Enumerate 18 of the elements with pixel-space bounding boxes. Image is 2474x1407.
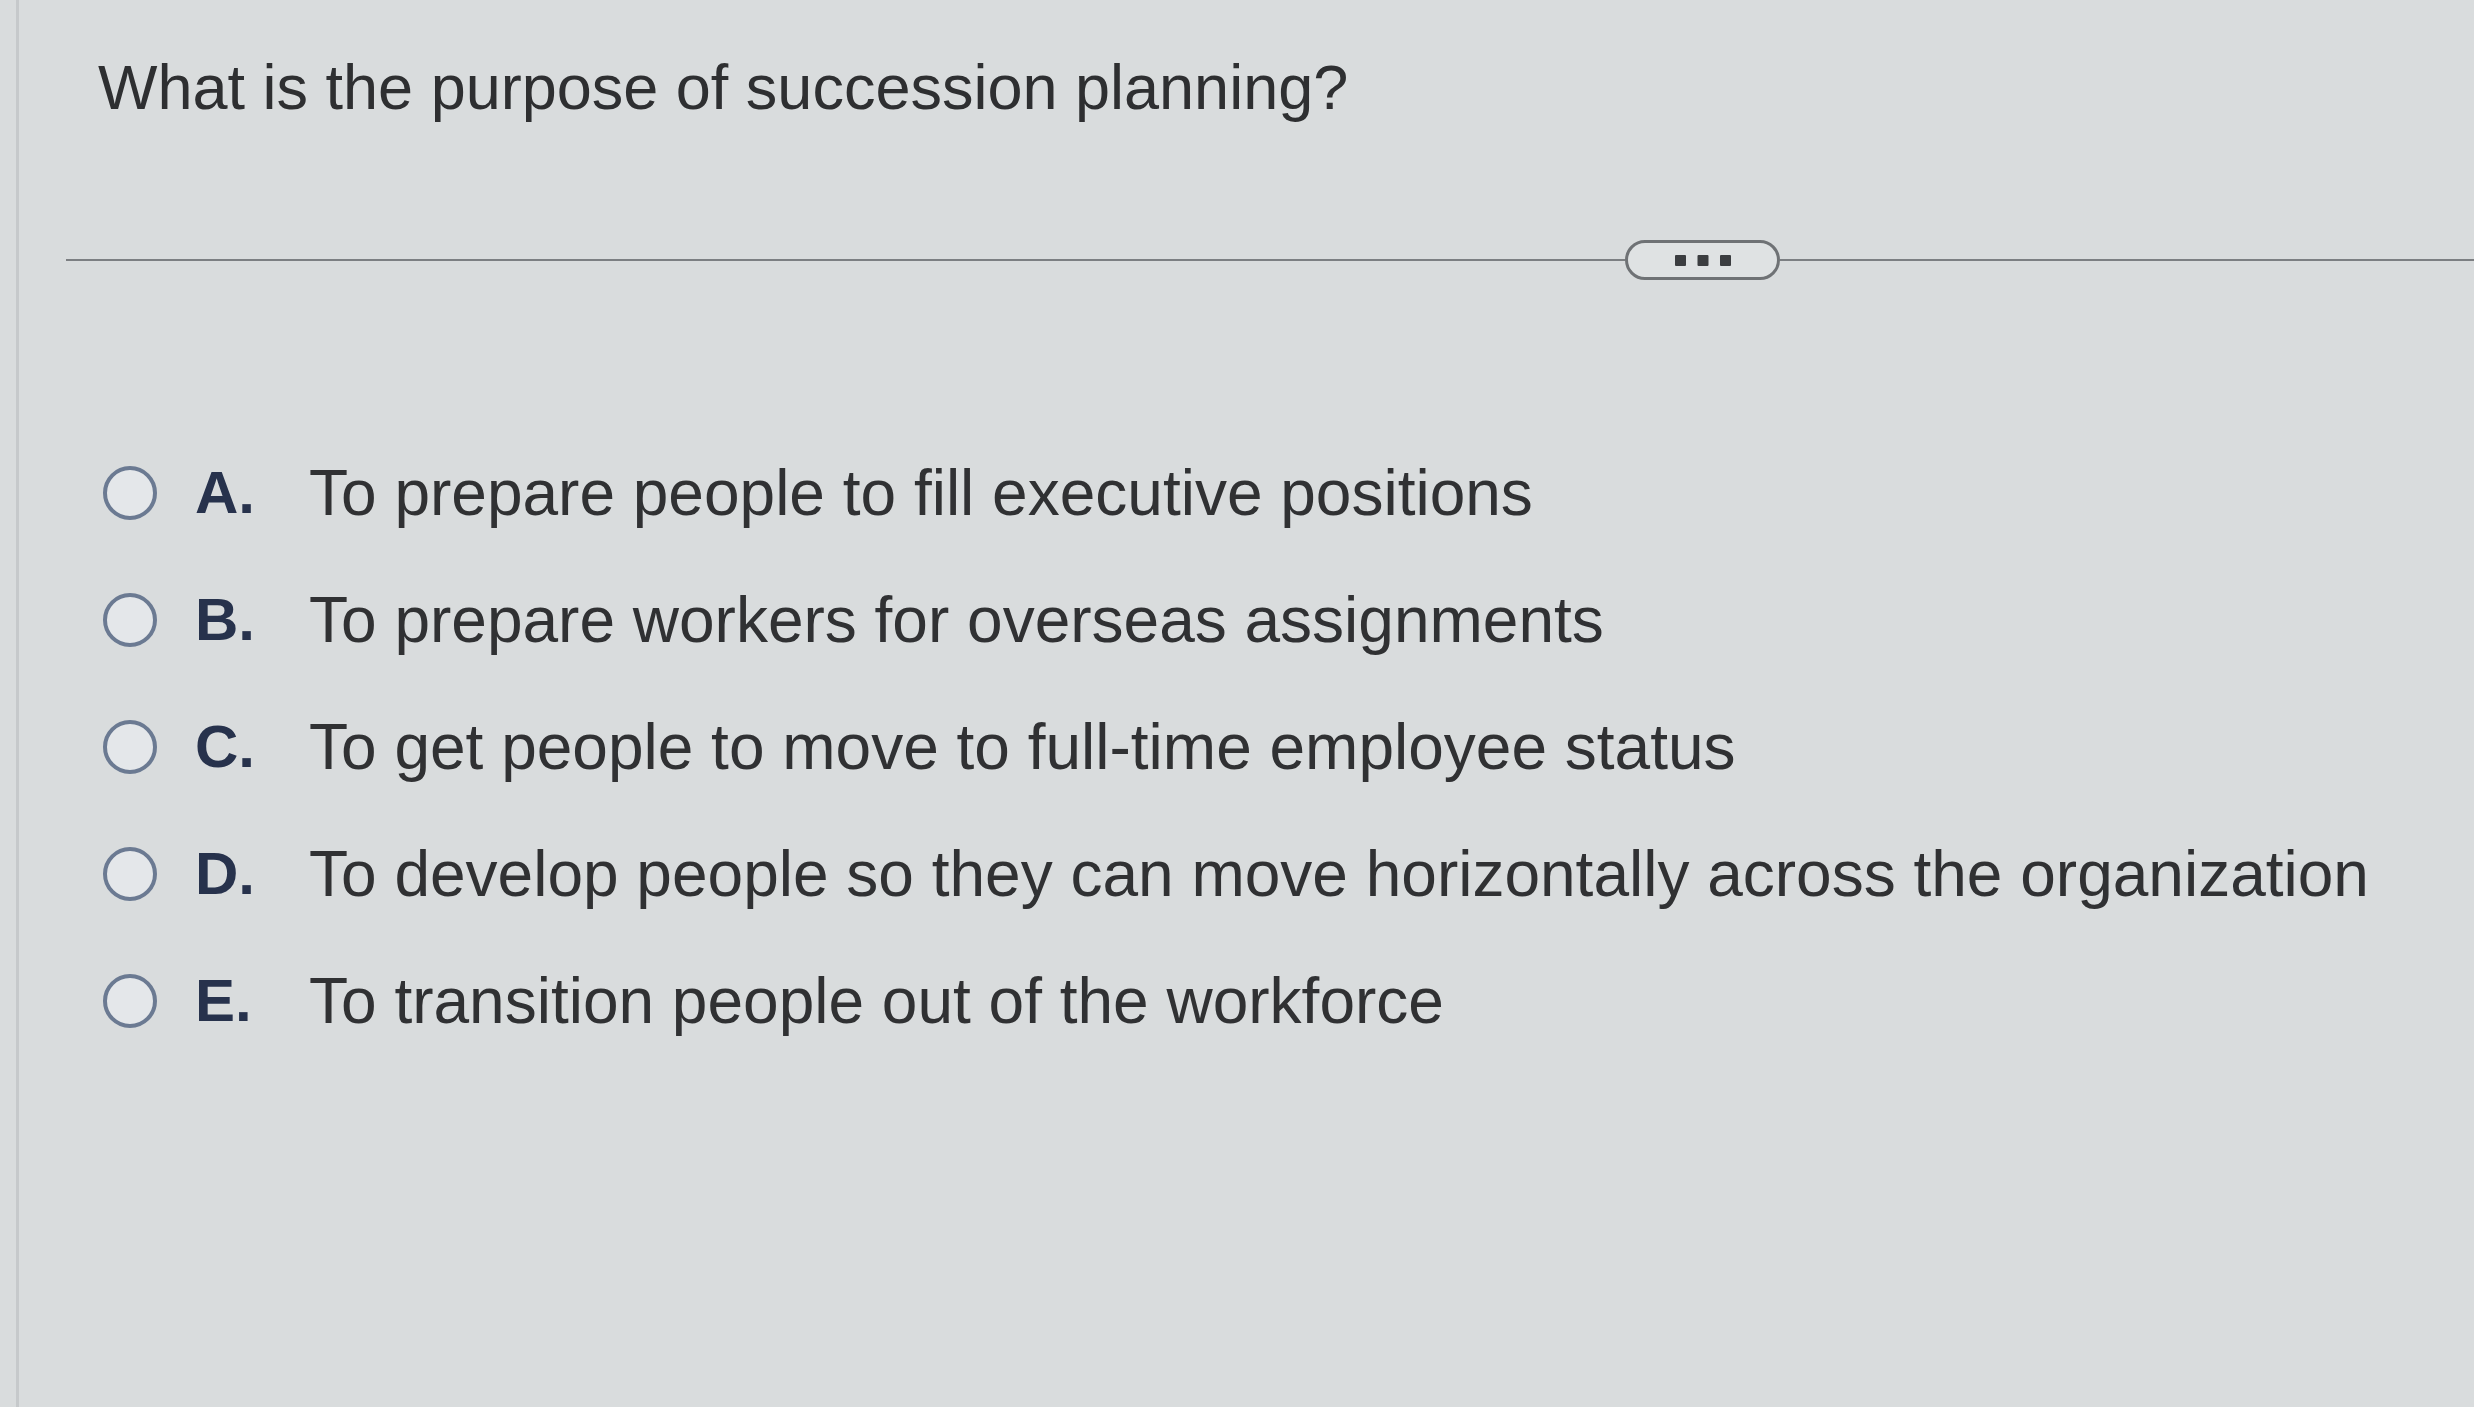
option-text: To get people to move to full-time employee status [309, 710, 1736, 784]
option-text: To develop people so they can move horizontally across the organization [309, 837, 2369, 911]
radio-button[interactable] [103, 974, 157, 1028]
option-letter: B. [195, 585, 256, 655]
option-text: To prepare people to fill executive positions [309, 456, 1533, 530]
option-letter: E. [195, 966, 253, 1036]
radio-button[interactable] [103, 720, 157, 774]
ellipsis-icon [1674, 254, 1731, 266]
radio-button[interactable] [103, 466, 157, 520]
option-text: To prepare workers for overseas assignments [309, 583, 1604, 657]
more-button[interactable] [1625, 240, 1780, 280]
radio-button[interactable] [103, 593, 157, 647]
option-text: To transition people out of the workforce [309, 964, 1444, 1038]
radio-button[interactable] [103, 847, 157, 901]
option-letter: A. [195, 458, 256, 528]
option-letter: D. [195, 839, 256, 909]
question-text: What is the purpose of succession planning? [98, 52, 1349, 122]
option-letter: C. [195, 712, 256, 782]
